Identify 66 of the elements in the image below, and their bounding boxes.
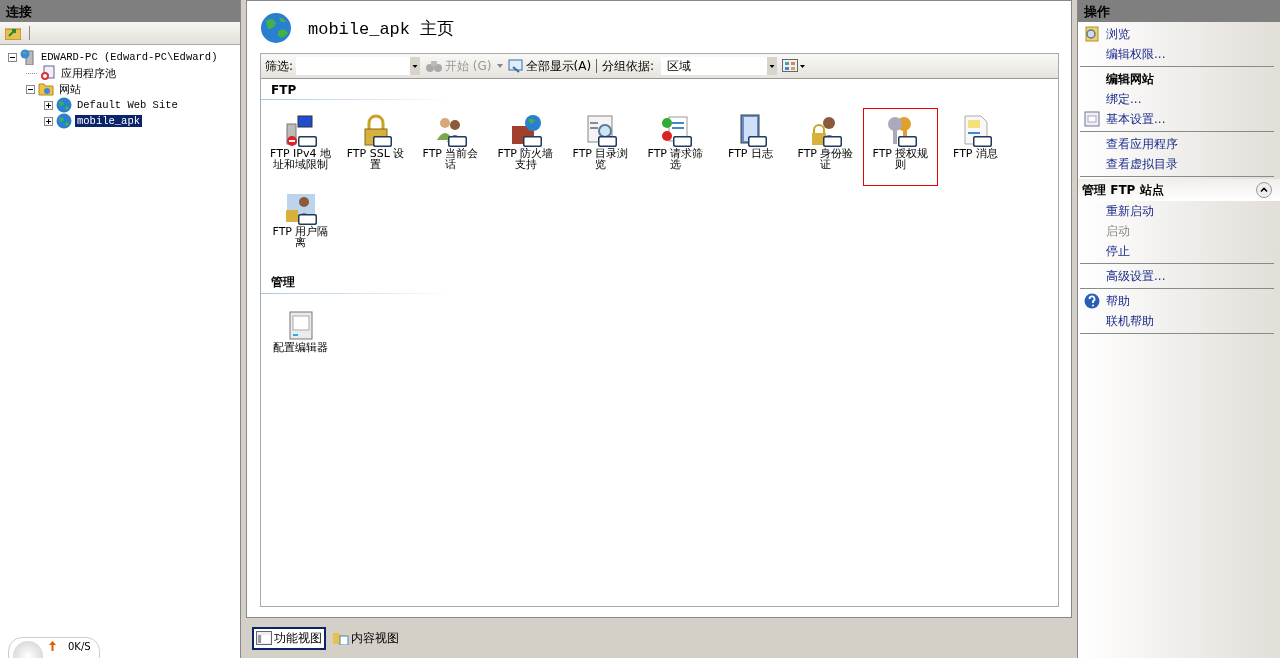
feature-item[interactable]: FTP 用户隔离 <box>263 186 338 264</box>
server-icon <box>283 114 318 148</box>
tree-item[interactable]: EDWARD-PC (Edward-PC\Edward) <box>39 51 220 63</box>
group-header[interactable]: 管理 FTP 站点 <box>1078 179 1280 201</box>
action-link[interactable]: 重新启动 <box>1106 202 1154 220</box>
window-icon <box>507 59 524 73</box>
action-link[interactable]: 联机帮助 <box>1106 312 1154 330</box>
view-tab[interactable]: 内容视图 <box>330 627 402 649</box>
collapse-toggle-icon[interactable] <box>26 84 35 94</box>
panel-title: 连接 <box>0 0 240 22</box>
action-link[interactable]: 基本设置... <box>1106 110 1166 128</box>
tree-item[interactable]: mobile_apk <box>75 115 142 127</box>
folder-icon <box>38 81 54 97</box>
feature-item[interactable]: FTP 身份验证 <box>788 108 863 186</box>
feature-item[interactable]: FTP SSL 设置 <box>338 108 413 186</box>
feature-item[interactable]: FTP 当前会话 <box>413 108 488 186</box>
filter-field[interactable] <box>296 57 421 75</box>
show-all-button[interactable]: 全部显示(A) <box>507 57 592 75</box>
group-by-dropdown[interactable]: 区域 <box>661 57 778 75</box>
folder-document-icon <box>333 631 349 645</box>
browse-icon <box>1084 26 1100 42</box>
speed-reading: 0K/S <box>68 641 91 652</box>
feature-item[interactable]: FTP 请求筛选 <box>638 108 713 186</box>
feature-item[interactable]: FTP 日志 <box>713 108 788 186</box>
feature-item[interactable]: FTP IPv4 地址和域限制 <box>263 108 338 186</box>
view-tab[interactable]: 功能视图 <box>252 626 326 650</box>
tree-item[interactable]: 应用程序池 <box>59 65 118 81</box>
app-pool-icon <box>40 65 56 81</box>
action-link[interactable]: 高级设置... <box>1106 267 1166 285</box>
group-by-label: 分组依据: <box>602 57 655 75</box>
connect-icon[interactable] <box>5 26 21 40</box>
section-header: 管理 <box>261 270 581 294</box>
action-link[interactable]: 绑定... <box>1106 90 1142 108</box>
feature-item[interactable]: FTP 授权规则 <box>863 108 938 186</box>
tree-item[interactable]: 网站 <box>57 81 83 97</box>
action-link[interactable]: 查看虚拟目录 <box>1106 155 1178 173</box>
feature-item[interactable]: 配置编辑器 <box>263 302 338 380</box>
expand-toggle-icon[interactable] <box>44 116 53 126</box>
collapse-button[interactable] <box>1256 182 1272 198</box>
feature-item[interactable]: FTP 消息 <box>938 108 1013 186</box>
feature-item[interactable]: FTP 防火墙支持 <box>488 108 563 186</box>
panel-title: 操作 <box>1078 0 1280 22</box>
action-link[interactable]: 帮助 <box>1106 292 1130 310</box>
section-header: FTP <box>261 79 581 100</box>
user-lock-icon <box>283 192 318 226</box>
help-icon <box>1084 293 1100 309</box>
page-title: mobile_apk 主页 <box>308 18 455 40</box>
grid-view-icon <box>256 631 272 645</box>
upload-arrow-icon <box>49 641 56 651</box>
collapse-toggle-icon[interactable] <box>8 52 17 62</box>
settings-page-icon <box>1084 111 1100 127</box>
binoculars-icon <box>425 59 444 73</box>
expand-toggle-icon[interactable] <box>44 100 53 110</box>
globe-icon <box>56 97 72 113</box>
action-link[interactable]: 浏览 <box>1106 25 1130 43</box>
action-group-title: 编辑网站 <box>1106 70 1154 88</box>
filter-label: 筛选: <box>265 57 294 75</box>
action-link[interactable]: 编辑权限... <box>1106 45 1166 63</box>
globe-icon <box>56 113 72 129</box>
view-mode-icon[interactable] <box>782 59 807 73</box>
action-link[interactable]: 停止 <box>1106 242 1130 260</box>
computer-icon <box>20 49 36 65</box>
globe-icon <box>260 12 292 44</box>
action-link[interactable]: 查看应用程序 <box>1106 135 1178 153</box>
tree-item[interactable]: Default Web Site <box>75 99 180 111</box>
feature-item[interactable]: FTP 目录浏览 <box>563 108 638 186</box>
